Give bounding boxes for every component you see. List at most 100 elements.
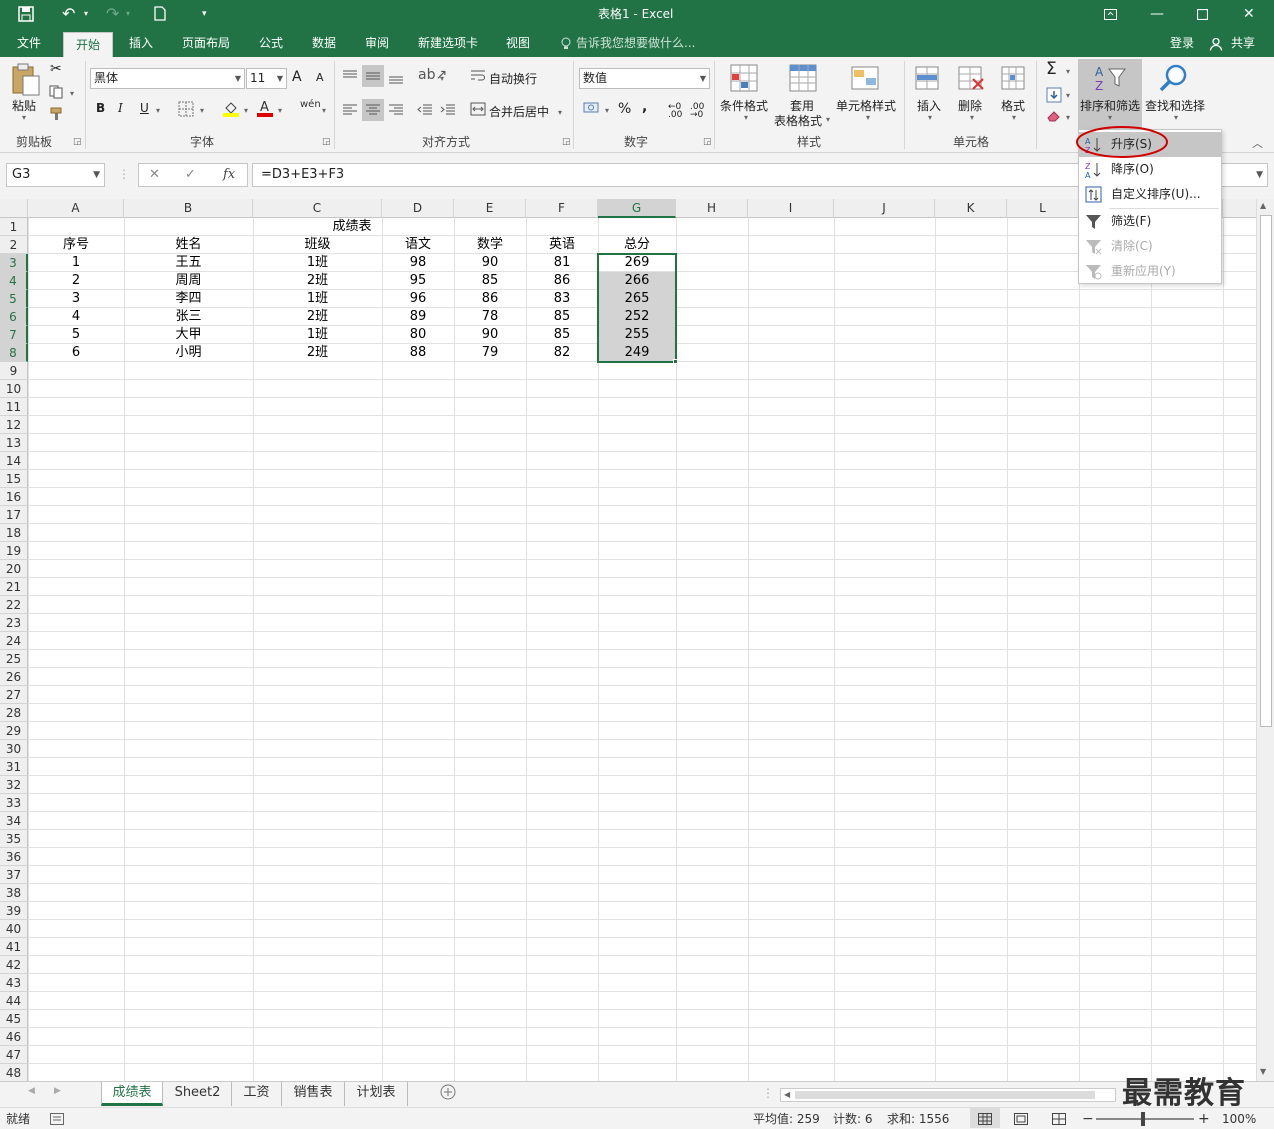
clear-dropdown-icon[interactable]: ▾ bbox=[1066, 113, 1070, 122]
redo-dropdown-icon[interactable]: ▾ bbox=[126, 0, 130, 28]
increase-decimal-icon[interactable]: ←0.00 bbox=[668, 103, 682, 120]
row-header[interactable]: 33 bbox=[0, 794, 28, 812]
cell[interactable]: 周周 bbox=[124, 272, 253, 290]
cell[interactable]: 王五 bbox=[124, 254, 253, 272]
tab-file[interactable]: 文件 bbox=[6, 30, 52, 57]
row-header[interactable]: 35 bbox=[0, 830, 28, 848]
enter-icon[interactable]: ✓ bbox=[185, 167, 196, 182]
column-header-d[interactable]: D bbox=[382, 199, 454, 218]
font-name-dropdown-icon[interactable]: ▼ bbox=[235, 69, 241, 88]
cell[interactable]: 85 bbox=[526, 308, 598, 326]
cell[interactable]: 语文 bbox=[382, 236, 454, 254]
add-sheet-icon[interactable] bbox=[440, 1084, 456, 1103]
row-header[interactable]: 31 bbox=[0, 758, 28, 776]
clear-filter-item[interactable]: 清除(C) bbox=[1079, 234, 1221, 259]
accounting-dropdown-icon[interactable]: ▾ bbox=[605, 106, 609, 115]
scroll-left-icon[interactable]: ◀ bbox=[784, 1089, 790, 1101]
cell[interactable]: 255 bbox=[598, 326, 676, 344]
clear-icon[interactable] bbox=[1046, 109, 1062, 126]
merge-center-icon[interactable] bbox=[470, 102, 486, 119]
cell[interactable]: 6 bbox=[28, 344, 124, 362]
row-header[interactable]: 28 bbox=[0, 704, 28, 722]
cell[interactable]: 张三 bbox=[124, 308, 253, 326]
column-header-g[interactable]: G bbox=[598, 199, 676, 218]
accounting-format-icon[interactable] bbox=[583, 101, 601, 118]
scroll-thumb[interactable] bbox=[1260, 215, 1272, 727]
cell[interactable]: 95 bbox=[382, 272, 454, 290]
prev-sheet-icon[interactable]: ◀ bbox=[28, 1086, 35, 1096]
row-header[interactable]: 1 bbox=[0, 218, 28, 236]
insert-function-icon[interactable]: fx bbox=[223, 167, 235, 182]
cell[interactable]: 249 bbox=[598, 344, 676, 362]
cell[interactable]: 96 bbox=[382, 290, 454, 308]
column-header-e[interactable]: E bbox=[454, 199, 526, 218]
macro-record-icon[interactable] bbox=[50, 1108, 64, 1129]
cell[interactable]: 86 bbox=[526, 272, 598, 290]
find-select-button[interactable]: 查找和选择 bbox=[1145, 97, 1205, 114]
merge-dropdown-icon[interactable]: ▾ bbox=[558, 108, 562, 117]
decrease-indent-icon[interactable] bbox=[417, 103, 433, 120]
border-dropdown-icon[interactable]: ▾ bbox=[200, 106, 204, 115]
undo-dropdown-icon[interactable]: ▾ bbox=[84, 0, 88, 28]
sheet-tab-salary[interactable]: 工资 bbox=[232, 1082, 282, 1106]
cell-styles-dropdown-icon[interactable]: ▾ bbox=[866, 113, 870, 122]
format-cells-dropdown-icon[interactable]: ▾ bbox=[1012, 113, 1016, 122]
undo-icon[interactable]: ↶ bbox=[62, 0, 75, 28]
tab-review[interactable]: 审阅 bbox=[356, 30, 398, 57]
cell[interactable]: 252 bbox=[598, 308, 676, 326]
format-painter-icon[interactable] bbox=[50, 107, 66, 124]
alignment-launcher-icon[interactable]: ◲ bbox=[562, 137, 571, 147]
row-header[interactable]: 17 bbox=[0, 506, 28, 524]
row-header[interactable]: 3 bbox=[0, 254, 28, 272]
row-header[interactable]: 22 bbox=[0, 596, 28, 614]
column-header-f[interactable]: F bbox=[526, 199, 598, 218]
column-header-h[interactable]: H bbox=[676, 199, 748, 218]
cell[interactable]: 78 bbox=[454, 308, 526, 326]
cell[interactable]: 3 bbox=[28, 290, 124, 308]
save-icon[interactable] bbox=[18, 0, 34, 32]
row-header[interactable]: 27 bbox=[0, 686, 28, 704]
fill-color-icon[interactable] bbox=[222, 99, 240, 120]
font-size-dropdown-icon[interactable]: ▼ bbox=[277, 69, 283, 88]
row-header[interactable]: 24 bbox=[0, 632, 28, 650]
tab-data[interactable]: 数据 bbox=[303, 30, 345, 57]
sort-filter-icon[interactable]: AZ bbox=[1093, 63, 1126, 95]
cell[interactable]: 86 bbox=[454, 290, 526, 308]
name-box[interactable]: G3 ▼ bbox=[6, 163, 105, 187]
cell[interactable]: 1班 bbox=[253, 326, 382, 344]
cancel-icon[interactable]: ✕ bbox=[149, 167, 160, 182]
delete-cells-icon[interactable] bbox=[955, 63, 987, 95]
cell[interactable]: 总分 bbox=[598, 236, 676, 254]
sort-filter-dropdown-icon[interactable]: ▾ bbox=[1108, 113, 1112, 122]
cell[interactable]: 1班 bbox=[253, 254, 382, 272]
row-header[interactable]: 43 bbox=[0, 974, 28, 992]
row-header[interactable]: 10 bbox=[0, 380, 28, 398]
cell-styles-icon[interactable] bbox=[850, 63, 882, 95]
align-top-icon[interactable] bbox=[342, 69, 358, 86]
redo-icon[interactable]: ↷ bbox=[106, 0, 119, 28]
paste-button[interactable]: 粘贴 bbox=[12, 97, 36, 114]
conditional-format-icon[interactable] bbox=[729, 63, 761, 95]
collapse-ribbon-icon[interactable]: ︿ bbox=[1252, 135, 1263, 151]
scroll-down-icon[interactable]: ▼ bbox=[1260, 1067, 1266, 1076]
cell[interactable]: 269 bbox=[598, 254, 676, 272]
increase-indent-icon[interactable] bbox=[440, 103, 456, 120]
cell[interactable]: 85 bbox=[526, 326, 598, 344]
sheet-tab-sales[interactable]: 销售表 bbox=[282, 1082, 345, 1106]
expand-formula-icon[interactable]: ▼ bbox=[1256, 164, 1263, 186]
column-header-c[interactable]: C bbox=[253, 199, 382, 218]
align-center-icon[interactable] bbox=[362, 99, 384, 121]
row-header[interactable]: 37 bbox=[0, 866, 28, 884]
page-break-view-icon[interactable] bbox=[1052, 1108, 1066, 1129]
find-select-dropdown-icon[interactable]: ▾ bbox=[1174, 113, 1178, 122]
column-header-k[interactable]: K bbox=[935, 199, 1007, 218]
sort-descending-item[interactable]: ZA 降序(O) bbox=[1079, 157, 1221, 182]
column-header-b[interactable]: B bbox=[124, 199, 253, 218]
filter-item[interactable]: 筛选(F) bbox=[1079, 209, 1221, 234]
row-header[interactable]: 30 bbox=[0, 740, 28, 758]
share-person-icon[interactable] bbox=[1208, 30, 1224, 57]
cell[interactable]: 5 bbox=[28, 326, 124, 344]
row-header[interactable]: 45 bbox=[0, 1010, 28, 1028]
maximize-icon[interactable] bbox=[1196, 0, 1209, 30]
row-header[interactable]: 15 bbox=[0, 470, 28, 488]
